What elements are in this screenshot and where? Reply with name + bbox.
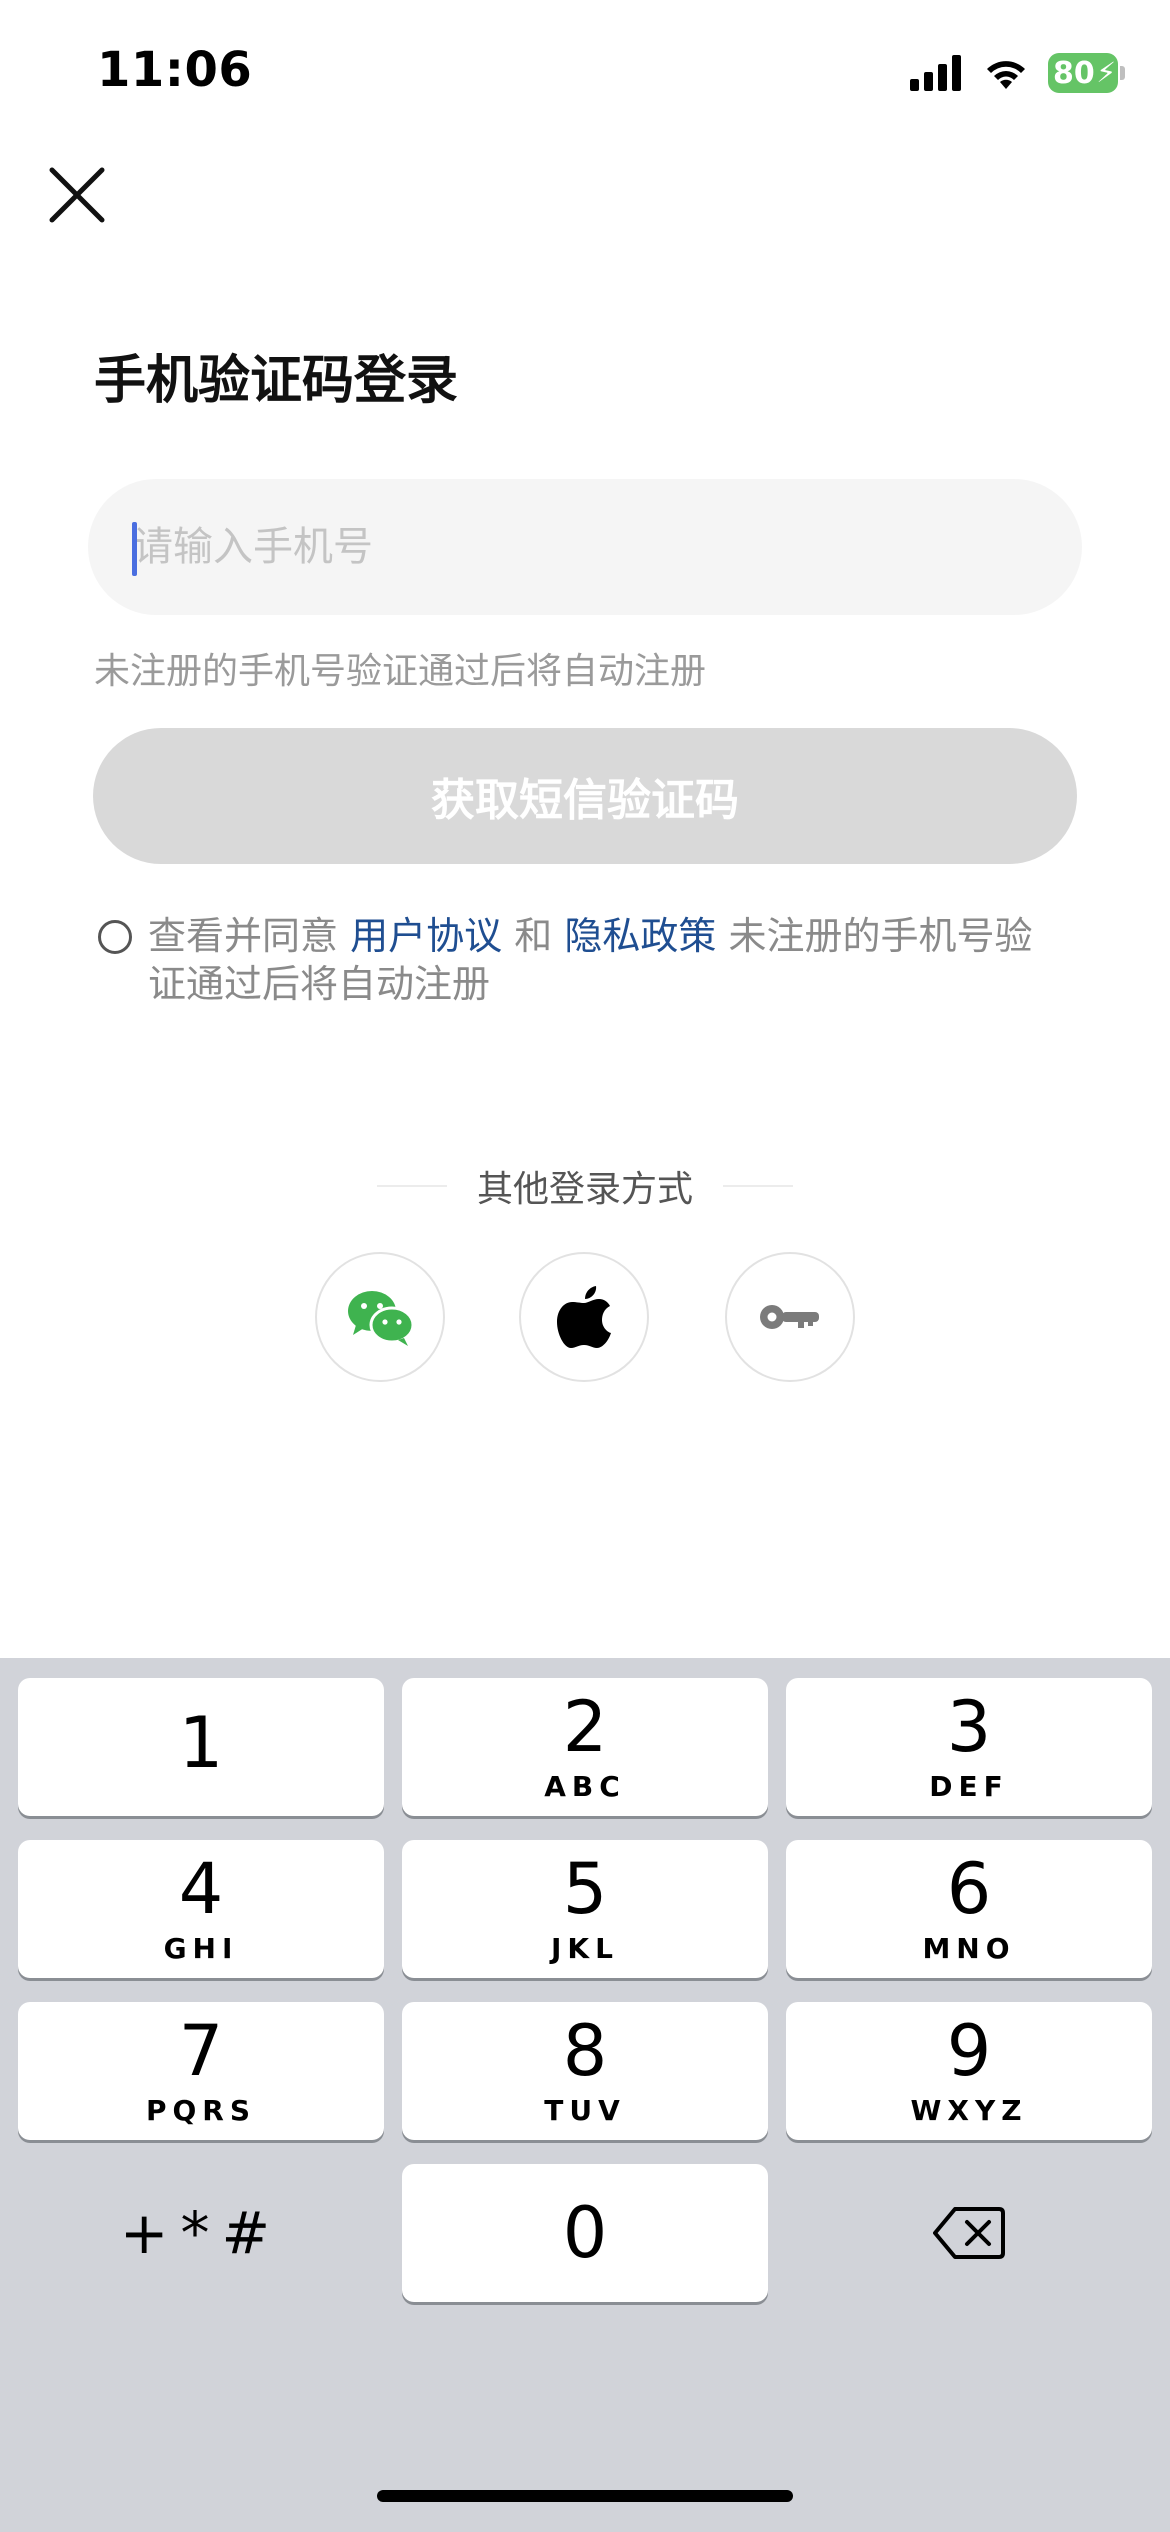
key-2[interactable]: 2 ABC (402, 1678, 768, 1816)
key-number: 0 (562, 2192, 608, 2274)
phone-input[interactable] (88, 479, 1082, 615)
close-icon (49, 167, 105, 223)
key-3[interactable]: 3 DEF (786, 1678, 1152, 1816)
close-button[interactable] (42, 160, 112, 230)
key-letters: TUV (544, 2093, 626, 2127)
status-time: 11:06 (97, 42, 253, 98)
agreement-text: 查看并同意 用户协议 和 隐私政策 未注册的手机号验证通过后将自动注册 (148, 912, 1068, 1008)
wifi-icon (987, 61, 1025, 89)
privacy-policy-link[interactable]: 隐私政策 (564, 914, 716, 958)
apple-icon (557, 1286, 611, 1348)
key-number: 8 (562, 2009, 608, 2092)
key-number: 4 (178, 1847, 224, 1930)
status-icons: 80 ⚡ (910, 50, 1125, 96)
key-letters: DEF (929, 1769, 1009, 1803)
home-indicator (377, 2490, 793, 2502)
cellular-signal-icon (910, 55, 961, 91)
key-1[interactable]: 1 (18, 1678, 384, 1816)
key-symbols[interactable]: +*# (18, 2164, 384, 2302)
key-letters: JKL (551, 1931, 619, 1965)
page-title: 手机验证码登录 (94, 351, 459, 411)
key-8[interactable]: 8 TUV (402, 2002, 768, 2140)
charging-bolt-icon: ⚡ (1096, 56, 1116, 89)
key-number: 1 (178, 1702, 224, 1784)
key-number: 6 (946, 1847, 992, 1930)
get-sms-code-button[interactable]: 获取短信验证码 (93, 728, 1077, 864)
key-5[interactable]: 5 JKL (402, 1840, 768, 1978)
key-7[interactable]: 7 PQRS (18, 2002, 384, 2140)
delete-key[interactable] (786, 2164, 1152, 2302)
key-4[interactable]: 4 GHI (18, 1840, 384, 1978)
divider-line-right (723, 1185, 793, 1187)
key-0[interactable]: 0 (402, 2164, 768, 2302)
backspace-icon (933, 2207, 1005, 2259)
phone-input-container[interactable] (88, 479, 1082, 615)
other-login-divider: 其他登录方式 (0, 1160, 1170, 1212)
divider-line-left (376, 1185, 447, 1187)
key-number: 9 (946, 2009, 992, 2092)
other-login-label: 其他登录方式 (476, 1169, 693, 1210)
agreement-checkbox[interactable] (98, 920, 132, 954)
key-letters: PQRS (145, 2093, 257, 2127)
wechat-login-button[interactable] (315, 1252, 445, 1382)
apple-login-button[interactable] (519, 1252, 649, 1382)
key-login-button[interactable] (725, 1252, 855, 1382)
battery-level: 80 (1053, 55, 1095, 91)
key-number: 5 (562, 1847, 608, 1930)
key-letters: WXYZ (910, 2093, 1028, 2127)
key-number: 7 (178, 2009, 224, 2092)
key-letters: ABC (544, 1769, 626, 1803)
key-number: 2 (562, 1685, 608, 1768)
key-number: 3 (946, 1685, 992, 1768)
key-letters: GHI (163, 1931, 239, 1965)
key-icon (760, 1305, 819, 1329)
agreement-and: 和 (514, 914, 553, 958)
key-9[interactable]: 9 WXYZ (786, 2002, 1152, 2140)
battery-icon: 80 ⚡ (1048, 53, 1125, 93)
key-letters: MNO (922, 1931, 1016, 1965)
text-caret (132, 522, 137, 576)
key-6[interactable]: 6 MNO (786, 1840, 1152, 1978)
symbols-label: +*# (119, 2199, 283, 2267)
user-agreement-link[interactable]: 用户协议 (350, 914, 502, 958)
numeric-keyboard: 1 2 ABC 3 DEF 4 GHI 5 JKL 6 MNO 7 PQRS 8… (0, 1658, 1170, 2532)
agreement-prefix: 查看并同意 (148, 914, 339, 958)
register-hint: 未注册的手机号验证通过后将自动注册 (94, 651, 707, 692)
wechat-icon (348, 1291, 415, 1346)
